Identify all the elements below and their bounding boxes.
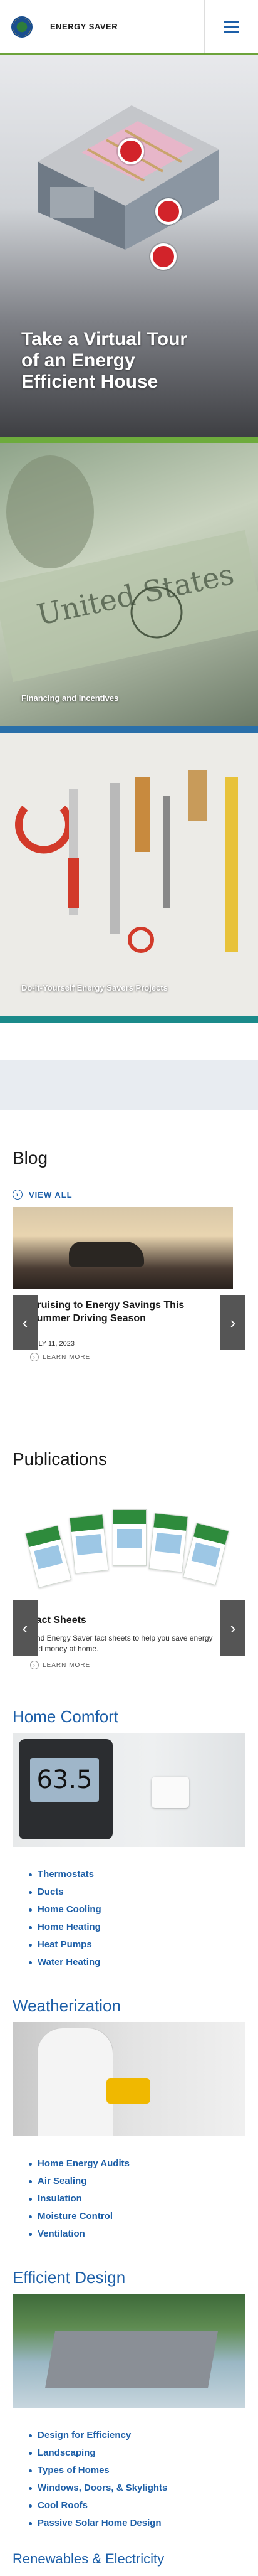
diy-projects-card[interactable]: Do-It-Yourself Energy Savers Projects: [0, 733, 258, 1016]
efficient-design-links: Design for Efficiency Landscaping Types …: [29, 2427, 245, 2532]
link-windows-doors-skylights[interactable]: Windows, Doors, & Skylights: [29, 2479, 245, 2497]
fact-sheets-card[interactable]: Fact Sheets Find Energy Saver fact sheet…: [13, 1604, 233, 1682]
efficient-design-image: [13, 2294, 245, 2408]
financing-card[interactable]: United States Financing and Incentives: [0, 443, 258, 726]
publications-section: Publications Fact Sheets Find Energy Sav…: [0, 1449, 258, 1682]
publications-next-button[interactable]: ›: [220, 1600, 245, 1656]
link-air-sealing[interactable]: Air Sealing: [29, 2173, 245, 2190]
blog-carousel: Cruising to Energy Savings This Summer D…: [13, 1207, 245, 1374]
thermostat-reading: 63.5: [30, 1758, 99, 1802]
blog-post-date: JULY 11, 2023: [30, 1340, 75, 1348]
chevron-left-icon: ‹: [22, 1618, 28, 1637]
weatherization-image: [13, 2022, 245, 2136]
chevron-right-icon: ›: [230, 1312, 236, 1332]
chevron-left-icon: ‹: [22, 1312, 28, 1332]
tour-hotspot-attic[interactable]: [118, 138, 144, 164]
efficient-design-heading[interactable]: Efficient Design: [13, 2268, 245, 2287]
divider-teal: [0, 1016, 258, 1023]
site-title[interactable]: ENERGY SAVER: [50, 22, 118, 31]
fact-sheets-learn-more-link[interactable]: › LEARN MORE: [30, 1661, 215, 1669]
link-moisture-control[interactable]: Moisture Control: [29, 2208, 245, 2225]
link-home-cooling[interactable]: Home Cooling: [29, 1901, 245, 1919]
home-comfort-section: Home Comfort 63.5 Thermostats Ducts Home…: [0, 1707, 258, 1971]
link-insulation[interactable]: Insulation: [29, 2190, 245, 2208]
home-comfort-heading[interactable]: Home Comfort: [13, 1707, 245, 1727]
link-home-heating[interactable]: Home Heating: [29, 1919, 245, 1936]
link-home-energy-audits[interactable]: Home Energy Audits: [29, 2155, 245, 2173]
house-illustration: [38, 105, 219, 250]
arrow-right-icon: ›: [30, 1661, 39, 1669]
link-water-heating[interactable]: Water Heating: [29, 1954, 245, 1971]
diy-caption[interactable]: Do-It-Yourself Energy Savers Projects: [21, 983, 168, 993]
tools-image: [15, 770, 238, 953]
blog-post-card[interactable]: Cruising to Energy Savings This Summer D…: [13, 1289, 233, 1374]
weatherization-heading[interactable]: Weatherization: [13, 1996, 245, 2016]
tour-hotspot-garage[interactable]: [150, 243, 177, 270]
publications-prev-button[interactable]: ‹: [13, 1600, 38, 1656]
virtual-tour-title[interactable]: Take a Virtual Tour of an Energy Efficie…: [21, 329, 209, 393]
hamburger-icon: [224, 21, 239, 23]
weatherization-section: Weatherization Home Energy Audits Air Se…: [0, 1996, 258, 2243]
link-types-of-homes[interactable]: Types of Homes: [29, 2462, 245, 2479]
spacer-band: [0, 1060, 258, 1110]
money-image: United States: [0, 455, 258, 683]
blog-view-all-link[interactable]: › VIEW ALL: [13, 1190, 245, 1200]
arrow-right-icon: ›: [13, 1190, 23, 1200]
link-thermostats[interactable]: Thermostats: [29, 1866, 245, 1883]
menu-button[interactable]: [204, 0, 258, 53]
thermostat-image: 63.5: [13, 1733, 245, 1847]
weatherization-links: Home Energy Audits Air Sealing Insulatio…: [29, 2155, 245, 2243]
fact-sheets-title[interactable]: Fact Sheets: [30, 1614, 215, 1627]
blog-section: Blog › VIEW ALL Cruising to Energy Savin…: [0, 1148, 258, 1374]
home-comfort-links: Thermostats Ducts Home Cooling Home Heat…: [29, 1866, 245, 1971]
publications-carousel: Fact Sheets Find Energy Saver fact sheet…: [13, 1491, 245, 1682]
link-design-for-efficiency[interactable]: Design for Efficiency: [29, 2427, 245, 2444]
blog-next-button[interactable]: ›: [220, 1295, 245, 1350]
blog-heading: Blog: [13, 1148, 48, 1168]
virtual-tour-card[interactable]: Take a Virtual Tour of an Energy Efficie…: [0, 55, 258, 437]
blog-learn-more-link[interactable]: › LEARN MORE: [30, 1353, 215, 1361]
blog-post-image[interactable]: [13, 1207, 233, 1289]
renewables-heading[interactable]: Renewables & Electricity: [0, 2551, 258, 2576]
blog-prev-button[interactable]: ‹: [13, 1295, 38, 1350]
arrow-right-icon: ›: [30, 1353, 39, 1361]
divider-blue: [0, 726, 258, 733]
link-passive-solar-home-design[interactable]: Passive Solar Home Design: [29, 2515, 245, 2532]
tour-hotspot-wall[interactable]: [155, 198, 182, 225]
chevron-right-icon: ›: [230, 1618, 236, 1637]
financing-caption[interactable]: Financing and Incentives: [21, 693, 118, 703]
link-landscaping[interactable]: Landscaping: [29, 2444, 245, 2462]
divider-green: [0, 437, 258, 443]
blog-post-title[interactable]: Cruising to Energy Savings This Summer D…: [30, 1299, 215, 1325]
fact-sheets-description: Find Energy Saver fact sheets to help yo…: [30, 1634, 213, 1653]
publications-heading: Publications: [13, 1449, 107, 1469]
link-ducts[interactable]: Ducts: [29, 1883, 245, 1901]
efficient-design-section: Efficient Design Design for Efficiency L…: [0, 2268, 258, 2532]
link-ventilation[interactable]: Ventilation: [29, 2225, 245, 2243]
site-header: ENERGY SAVER: [0, 0, 258, 55]
doe-seal-logo[interactable]: [11, 16, 33, 38]
fact-sheets-image[interactable]: [13, 1491, 233, 1604]
link-heat-pumps[interactable]: Heat Pumps: [29, 1936, 245, 1954]
link-cool-roofs[interactable]: Cool Roofs: [29, 2497, 245, 2515]
